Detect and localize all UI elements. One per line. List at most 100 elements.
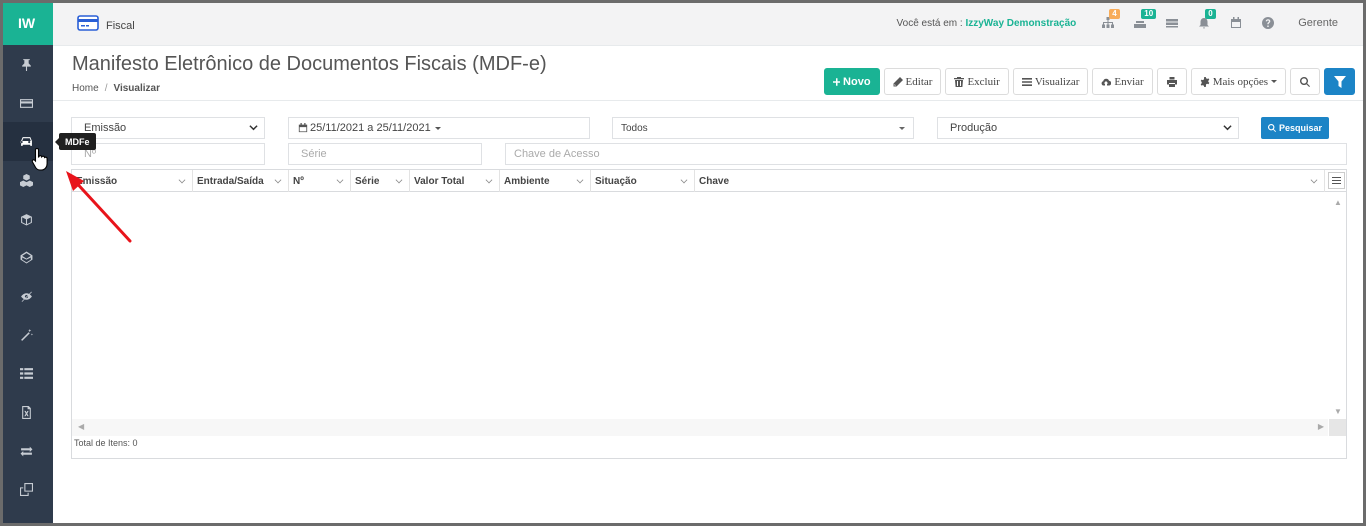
card-icon (20, 98, 33, 108)
more-options-button[interactable]: Mais opções (1190, 68, 1286, 95)
chevron-down-icon[interactable] (336, 176, 344, 184)
delete-button[interactable]: Excluir (945, 68, 1009, 95)
breadcrumb-home[interactable]: Home (72, 83, 99, 94)
filter-button[interactable] (1324, 68, 1355, 95)
print-icon (1166, 76, 1177, 87)
date-type-select[interactable]: Emissão (71, 117, 265, 139)
vertical-scrollbar[interactable]: ▲ ▼ (1329, 193, 1346, 419)
total-items: Total de Itens: 0 (74, 438, 138, 448)
print-button[interactable] (1156, 68, 1187, 95)
series-placeholder: Série (301, 148, 327, 160)
column-label: Ambiente (504, 175, 550, 187)
grid-header: Emissão Entrada/Saída Nº Série Valor Tot… (72, 170, 1346, 192)
access-key-input[interactable]: Chave de Acesso (505, 143, 1347, 165)
pin-icon (22, 58, 31, 71)
module-indicator[interactable]: Fiscal (77, 14, 135, 32)
scroll-up-arrow[interactable]: ▲ (1334, 198, 1342, 207)
sidebar-item-excel[interactable] (0, 393, 53, 432)
sidebar-item-list[interactable] (0, 355, 53, 394)
new-button[interactable]: Novo (823, 68, 880, 95)
chevron-down-icon[interactable] (680, 176, 688, 184)
column-serie[interactable]: Série (351, 170, 410, 192)
column-label: Situação (595, 175, 637, 187)
list-icon (20, 368, 33, 380)
search-toggle-button[interactable] (1290, 68, 1320, 95)
logo[interactable]: IW (0, 0, 53, 45)
chevron-down-icon[interactable] (395, 176, 403, 184)
environment-select[interactable]: Produção (937, 117, 1239, 139)
bars-icon (1021, 77, 1032, 86)
scroll-left-arrow[interactable]: ◀ (78, 422, 84, 431)
sidebar-item-pin[interactable] (0, 45, 53, 84)
status-value: Todos (621, 122, 648, 134)
chevron-down-icon[interactable] (274, 176, 282, 184)
column-label: Entrada/Saída (197, 175, 264, 187)
caret-down-icon (434, 126, 441, 130)
status-select[interactable]: Todos (612, 117, 914, 139)
search-button[interactable]: Pesquisar (1261, 117, 1329, 139)
filter-icon (1333, 75, 1346, 88)
exchange-icon (20, 446, 33, 457)
messages-button[interactable] (1156, 0, 1188, 46)
column-label: Nº (293, 175, 304, 187)
scroll-right-arrow[interactable]: ▶ (1318, 422, 1324, 431)
page-title: Manifesto Eletrônico de Documentos Fisca… (72, 53, 547, 75)
sidebar-item-exchange[interactable] (0, 432, 53, 471)
breadcrumb-current: Visualizar (113, 83, 160, 94)
scroll-down-arrow[interactable]: ▼ (1334, 407, 1342, 416)
date-range-picker[interactable]: 25/11/2021 a 25/11/2021 (288, 117, 590, 139)
column-valor-total[interactable]: Valor Total (410, 170, 500, 192)
search-icon (1300, 76, 1310, 87)
plus-icon (832, 77, 841, 86)
delete-button-label: Excluir (967, 75, 1000, 88)
server-icon (1166, 19, 1179, 28)
search-icon (1267, 124, 1276, 132)
user-menu[interactable]: Gerente (1298, 17, 1338, 29)
sidebar-item-cube[interactable] (0, 200, 53, 239)
chevron-down-icon (249, 125, 258, 131)
codepen-icon (20, 251, 33, 264)
sidebar-item-magic[interactable] (0, 316, 53, 355)
chevron-down-icon[interactable] (576, 176, 584, 184)
column-entrada-saida[interactable]: Entrada/Saída (193, 170, 289, 192)
edit-button-label: Editar (905, 75, 933, 88)
cloud-upload-icon (1102, 78, 1112, 86)
column-label: Chave (699, 175, 730, 187)
header-divider (53, 100, 1366, 101)
help-button[interactable] (1252, 0, 1284, 46)
sidebar-item-clone[interactable] (0, 471, 53, 510)
gear-icon (1200, 76, 1210, 87)
sidebar-item-eye[interactable] (0, 277, 53, 316)
sidebar-item-card[interactable] (0, 84, 53, 123)
results-grid: Emissão Entrada/Saída Nº Série Valor Tot… (71, 169, 1347, 459)
cube-icon (21, 213, 32, 226)
sidebar-item-codepen[interactable] (0, 238, 53, 277)
view-button-label: Visualizar (1034, 75, 1080, 88)
module-label: Fiscal (106, 19, 135, 32)
sitemap-button[interactable]: 4 (1092, 0, 1124, 46)
calendar-button[interactable] (1220, 0, 1252, 46)
annotation-arrow-icon (66, 171, 132, 243)
column-chave[interactable]: Chave (695, 170, 1325, 192)
number-input[interactable]: Nº (71, 143, 265, 165)
series-input[interactable]: Série (288, 143, 482, 165)
chevron-down-icon[interactable] (178, 176, 186, 184)
send-button[interactable]: Enviar (1092, 68, 1153, 95)
horizontal-scrollbar[interactable]: ◀ ▶ (72, 419, 1328, 436)
notifications-button[interactable]: 0 (1188, 0, 1220, 46)
view-button[interactable]: Visualizar (1012, 68, 1089, 95)
column-ambiente[interactable]: Ambiente (500, 170, 591, 192)
edit-button[interactable]: Editar (883, 68, 942, 95)
column-numero[interactable]: Nº (289, 170, 351, 192)
credit-card-icon (77, 15, 99, 31)
company-link[interactable]: IzzyWay Demonstração (965, 18, 1076, 29)
chevron-down-icon[interactable] (485, 176, 493, 184)
location-text: Você está em : IzzyWay Demonstração (897, 18, 1077, 29)
column-menu-button[interactable] (1328, 172, 1345, 189)
chevron-down-icon[interactable] (1310, 176, 1318, 184)
users-button[interactable]: 10 (1124, 0, 1157, 46)
sidebar-tooltip: MDFe (55, 133, 96, 150)
hand-cursor-icon (31, 147, 48, 171)
environment-value: Produção (950, 122, 998, 134)
column-situacao[interactable]: Situação (591, 170, 695, 192)
